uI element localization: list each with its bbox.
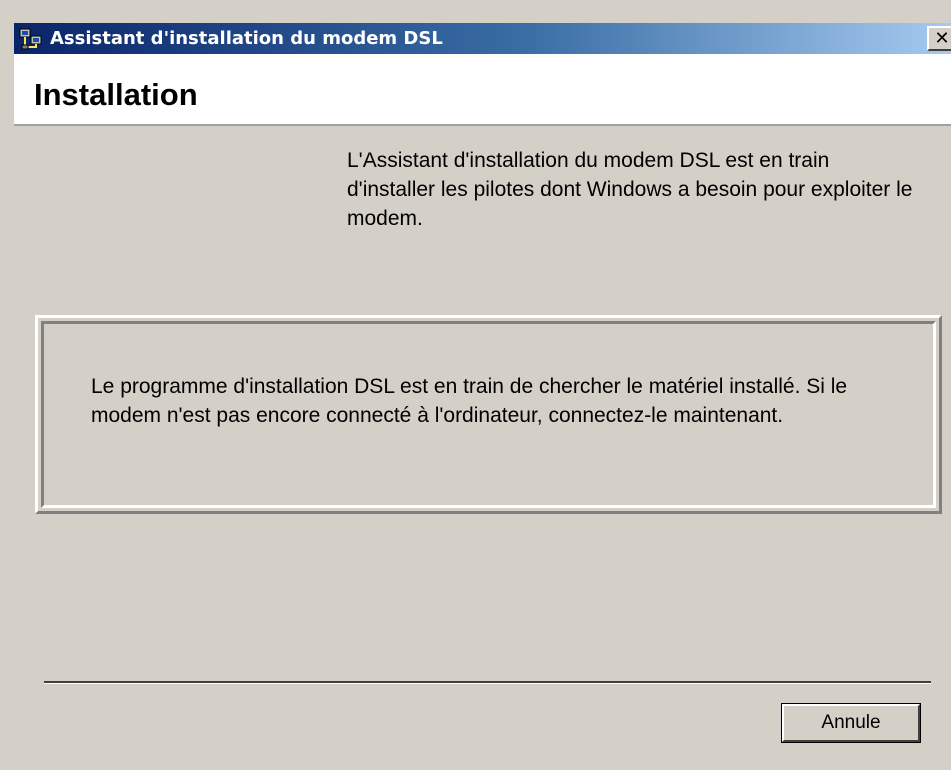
close-icon[interactable]: ✕ [927,26,951,51]
intro-text: L'Assistant d'installation du modem DSL … [347,149,913,230]
cancel-button[interactable]: Annule [781,703,921,743]
status-group-box: Le programme d'installation DSL est en t… [35,315,942,514]
page-title: Installation [34,77,198,112]
title-bar[interactable]: Assistant d'installation du modem DSL ✕ [14,23,951,54]
window-title: Assistant d'installation du modem DSL [50,28,443,49]
footer-separator [44,681,931,684]
status-message: Le programme d'installation DSL est en t… [91,375,848,427]
setup-wizard-window: Assistant d'installation du modem DSL ✕ … [0,0,951,770]
wizard-header: Installation [14,54,951,126]
network-computer-icon [18,26,44,52]
